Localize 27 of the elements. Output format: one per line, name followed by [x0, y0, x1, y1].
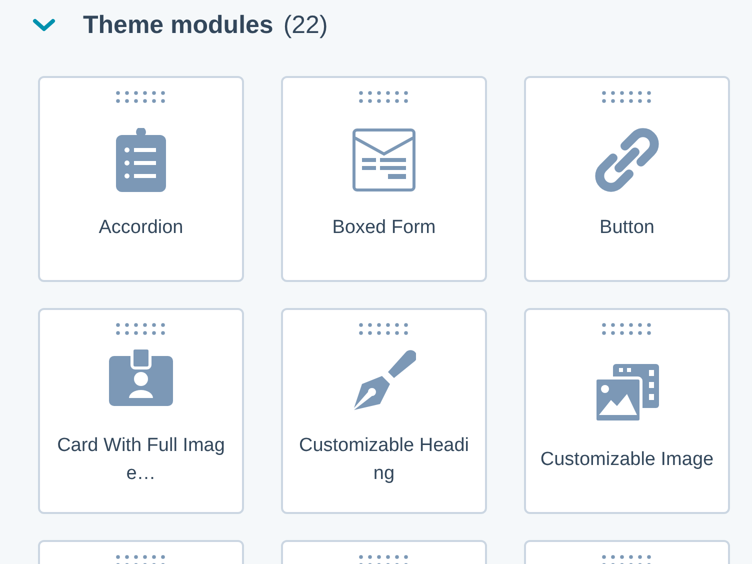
drag-handle-icon[interactable] [116, 323, 166, 335]
drag-handle-icon[interactable] [602, 91, 652, 103]
module-card[interactable]: Accordion [38, 76, 244, 282]
module-label: Customizable Image [539, 448, 715, 472]
module-label: Card With Full Image… [56, 434, 226, 486]
link-icon [595, 128, 659, 192]
module-label: Button [598, 216, 656, 240]
module-card[interactable]: Card With Full Image… [38, 308, 244, 514]
module-card[interactable]: Boxed Form [281, 76, 487, 282]
module-card[interactable]: Customizable Heading [281, 308, 487, 514]
module-label: Accordion [98, 216, 184, 240]
chevron-icon [32, 17, 56, 33]
drag-handle-icon[interactable] [602, 555, 652, 564]
module-card[interactable]: Customizable Image [524, 308, 730, 514]
module-label: Customizable Heading [298, 434, 470, 486]
section-title: Theme modules [83, 10, 274, 40]
drag-handle-icon[interactable] [359, 91, 409, 103]
module-card[interactable]: Button [524, 76, 730, 282]
drag-handle-icon[interactable] [602, 323, 652, 335]
drag-handle-icon[interactable] [116, 91, 166, 103]
drag-handle-icon[interactable] [359, 323, 409, 335]
module-count: (22) [283, 10, 328, 40]
drag-handle-icon[interactable] [359, 555, 409, 564]
drag-handle-icon[interactable] [116, 555, 166, 564]
form-icon [352, 128, 416, 192]
module-label: Boxed Form [331, 216, 437, 240]
collapse-toggle[interactable] [32, 17, 56, 33]
